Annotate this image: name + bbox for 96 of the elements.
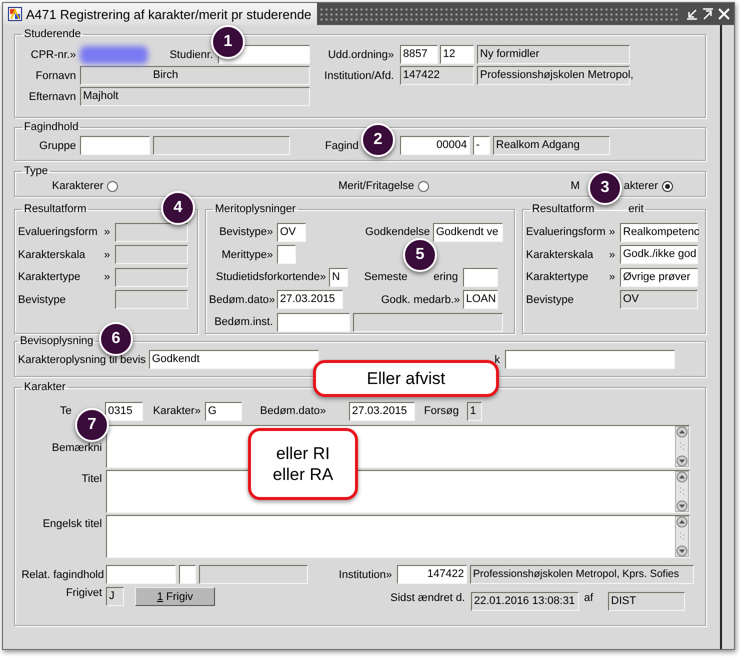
field-label: ering xyxy=(434,271,458,284)
field-label: Studienr. xyxy=(168,48,213,60)
text-field[interactable]: 27.03.2015 xyxy=(277,290,343,310)
field-label: Gruppe xyxy=(38,140,76,152)
text-field[interactable]: N xyxy=(329,268,348,287)
field-label: Fagind xyxy=(325,140,360,152)
text-field[interactable]: OV xyxy=(277,222,306,242)
section-title: Resultatform xyxy=(23,203,88,215)
field-label: Godkendelse xyxy=(364,226,430,238)
text-field[interactable] xyxy=(80,136,150,155)
text-field[interactable] xyxy=(106,565,176,584)
field-label: Bevistype xyxy=(526,294,575,306)
radio-button[interactable] xyxy=(107,180,118,192)
radio-label: M xyxy=(570,180,580,192)
field-label: Sidst ændret d. xyxy=(389,592,465,604)
section-title: Bevisoplysning xyxy=(19,335,94,347)
field-label: Bedøm.dato» xyxy=(209,294,273,306)
field-label: Forsøg xyxy=(424,405,460,417)
field-label: Godk. medarb.» xyxy=(380,294,460,306)
field-label: Bedøm.dato» xyxy=(260,405,328,417)
text-field[interactable] xyxy=(505,350,675,369)
field-label: Efternavn xyxy=(28,90,76,102)
text-field[interactable] xyxy=(179,565,196,584)
field-label: Bevistype xyxy=(18,294,67,306)
field-label: Relat. fagindhold xyxy=(20,568,104,580)
text-field[interactable]: 00004 xyxy=(400,136,470,155)
field-label: Te xyxy=(60,405,73,417)
maximize-icon[interactable] xyxy=(702,8,714,20)
field-label: Evalueringsform xyxy=(18,226,98,238)
text-field[interactable]: LOAN xyxy=(463,290,498,310)
section-title: Meritoplysninger xyxy=(214,203,297,215)
text-field[interactable]: - xyxy=(473,136,490,155)
field-label: af xyxy=(584,592,594,604)
lookup-marker[interactable]: » xyxy=(609,226,616,238)
lookup-marker[interactable]: » xyxy=(609,248,616,261)
field-label: Studietidsforkortende» xyxy=(214,271,326,284)
redaction-blur xyxy=(80,46,148,64)
field-label: Karakter» xyxy=(153,405,202,417)
text-field[interactable]: 0315 xyxy=(105,402,143,420)
field-label: Karaktertype xyxy=(18,271,82,284)
lookup-marker[interactable]: » xyxy=(104,226,110,238)
text-area[interactable] xyxy=(106,515,690,558)
minimize-icon[interactable] xyxy=(686,8,698,20)
lookup-marker[interactable]: » xyxy=(104,271,110,284)
field-label: Karakteroplysning til bevis xyxy=(18,354,147,366)
text-field[interactable]: 12 xyxy=(440,45,474,64)
release-button[interactable]: 1 Frigiv xyxy=(135,587,215,606)
field-label: Engelsk titel xyxy=(42,517,102,530)
field-label: Fornavn xyxy=(34,70,76,82)
radio-label: akterer xyxy=(624,180,658,192)
window-title: A471 Registrering af karakter/merit pr studerende xyxy=(26,6,312,22)
field-label: CPR-nr.» xyxy=(30,48,76,60)
text-field[interactable]: 27.03.2015 xyxy=(349,402,415,420)
text-field[interactable]: Godk./ikke god xyxy=(620,245,698,264)
text-field[interactable]: G xyxy=(205,402,242,420)
text-field[interactable]: 8857 xyxy=(400,45,438,64)
radio-label: Karakterer xyxy=(52,180,104,192)
text-field[interactable]: Realkompetenc xyxy=(620,222,698,242)
lookup-marker[interactable]: » xyxy=(609,271,616,284)
field-label: Karaktertype xyxy=(526,271,590,284)
section-title: Fagindhold xyxy=(23,121,80,133)
text-field[interactable]: Godkendt xyxy=(149,350,319,369)
close-icon[interactable] xyxy=(718,8,730,20)
field-label: Institution» xyxy=(338,568,392,580)
field-label: Semeste xyxy=(364,271,408,284)
radio-button[interactable] xyxy=(662,180,673,192)
field-label: Evalueringsform xyxy=(526,226,606,238)
section-title: Studerende xyxy=(23,28,82,40)
section-title: Type xyxy=(23,165,49,177)
field-label: Bedøm.inst. xyxy=(213,316,273,328)
radio-label: Merit/Fritagelse xyxy=(338,180,414,192)
text-field[interactable] xyxy=(463,268,498,287)
text-field[interactable]: Øvrige prøver xyxy=(620,268,698,287)
note-tooltip: eller RI eller RA xyxy=(248,428,358,500)
section-title: Resultatform xyxy=(532,203,594,215)
text-field[interactable]: 147422 xyxy=(397,565,467,584)
field-label: Bemærkni xyxy=(50,441,102,454)
scrollbar[interactable] xyxy=(675,471,689,512)
field-label: Frigivet xyxy=(64,587,102,599)
scrollbar[interactable] xyxy=(675,516,689,557)
field-label: Karakterskala xyxy=(18,248,86,261)
field-label: Titel xyxy=(80,472,102,485)
section-title: erit xyxy=(628,203,644,215)
text-field[interactable]: Godkendt ve xyxy=(433,222,503,242)
field-label: Institution/Afd. xyxy=(323,70,394,82)
field-label: Karakterskala xyxy=(526,248,594,261)
field-label: Bevistype» xyxy=(218,226,273,238)
text-field[interactable] xyxy=(277,245,296,264)
section-title: Karakter xyxy=(23,381,67,393)
radio-button[interactable] xyxy=(418,180,430,192)
app-icon xyxy=(8,7,22,21)
field-label: Udd.ordning» xyxy=(326,48,394,60)
field-label: Merittype» xyxy=(220,248,273,261)
lookup-marker[interactable]: » xyxy=(104,248,110,261)
scrollbar[interactable] xyxy=(675,426,689,467)
text-field[interactable] xyxy=(277,312,350,332)
